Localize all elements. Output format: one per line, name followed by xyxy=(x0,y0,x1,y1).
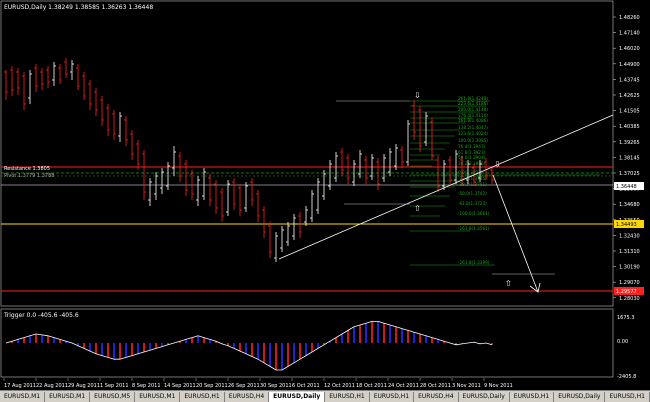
fib-level-label: -50.0(1.3742) xyxy=(458,191,487,196)
price-axis-label: 1.28030 xyxy=(619,296,640,302)
price-badge-label: 1.29577 xyxy=(616,289,637,295)
date-axis-label: 18 Oct 2011 xyxy=(356,383,387,389)
date-axis-label: 6 Oct 2011 xyxy=(292,383,320,389)
price-axis-label: 1.39265 xyxy=(619,140,640,146)
fib-level-label: 200.0(1.4148) xyxy=(458,107,488,112)
fractal-arrow-icon: ⇩ xyxy=(494,160,501,169)
price-badge-label: 1.36448 xyxy=(616,184,637,190)
price-axis-label: 1.48260 xyxy=(619,15,640,21)
price-badge-label: 1.34493 xyxy=(616,222,637,228)
price-axis: 1.48260 1.47140 1.46020 1.44900 1.43745 1.426… xyxy=(613,15,640,302)
price-axis-label: 1.40385 xyxy=(619,124,640,130)
fib-level-label: 161.8(1.4086) xyxy=(458,118,488,123)
price-axis-label: 1.43745 xyxy=(619,77,640,83)
fib-level-label: 100.0(1.3985) xyxy=(458,138,488,143)
chart-window[interactable]: EURUSD,Daily 1.38249 1.38585 1.36263 1.3… xyxy=(0,0,650,402)
price-axis-label: 1.41505 xyxy=(619,109,640,115)
price-axis-label: 1.31310 xyxy=(619,249,640,255)
indicator-axis-top: 1675.3 xyxy=(617,315,635,321)
date-axis: 17 Aug 2011 22 Aug 2011 29 Aug 2011 1 Sep 2… xyxy=(3,378,513,389)
date-axis-label: 3 Nov 2011 xyxy=(452,383,481,389)
date-axis-label: 17 Aug 2011 xyxy=(4,383,36,389)
price-axis-label: 1.47140 xyxy=(619,31,640,37)
date-axis-label: 29 Aug 2011 xyxy=(68,383,100,389)
chart-title: EURUSD,Daily 1.38249 1.38585 1.36263 1.3… xyxy=(4,4,153,11)
price-axis-label: 1.42625 xyxy=(619,93,640,99)
fractal-down-arrow-icon: ⇧ xyxy=(414,204,421,213)
price-axis-label: 1.34680 xyxy=(619,202,640,208)
fib-level-label: 76.4(1.3947) xyxy=(458,144,486,149)
main-pane-frame xyxy=(0,0,614,307)
date-axis-label: 24 Oct 2011 xyxy=(388,383,419,389)
date-axis-label: 12 Oct 2011 xyxy=(324,383,355,389)
date-axis-label: 1 Sep 2011 xyxy=(100,383,129,389)
price-axis-label: 1.32430 xyxy=(619,233,640,239)
price-axis-label: 1.29070 xyxy=(619,280,640,286)
fib-level-label: -61.8(1.3723) xyxy=(458,201,487,206)
price-axis-label: 1.30190 xyxy=(619,265,640,271)
date-axis-label: 14 Sep 2011 xyxy=(164,383,196,389)
date-axis-label: 26 Sep 2011 xyxy=(228,383,260,389)
fib-level-label: 223.6(1.4186) xyxy=(458,101,488,106)
date-axis-label: 9 Nov 2011 xyxy=(484,383,513,389)
price-axis-label: 1.38145 xyxy=(619,155,640,161)
indicator-title: Trigger 0.0 -405.6 -405.6 xyxy=(3,312,79,319)
pivot-label: Pivot 1.3779 1.3788 xyxy=(4,173,54,179)
indicator-axis-bottom: -2405.8 xyxy=(617,374,636,380)
date-axis-label: 8 Sep 2011 xyxy=(132,383,161,389)
fractal-up-arrow-icon: ⇩ xyxy=(414,91,421,100)
price-axis-label: 1.44900 xyxy=(619,62,640,68)
date-axis-label: 28 Oct 2011 xyxy=(420,383,451,389)
fib-level-label: -100.0(1.3661) xyxy=(458,211,490,216)
price-chart[interactable]: EURUSD,Daily 1.38249 1.38585 1.36263 1.3… xyxy=(0,0,650,390)
price-axis-label: 1.37025 xyxy=(619,171,640,177)
resistance-label: Resistance 1.3805 xyxy=(4,166,50,172)
chart-tab-bar: EURUSD,M1 EURUSD,M1 EURUSD,M5 EURUSD,M1 EURU… xyxy=(0,390,650,402)
fib-level-label: 138.2(1.4047) xyxy=(458,125,488,130)
indicator-pane-frame xyxy=(0,308,614,378)
fib-level-label: -261.8(1.3399) xyxy=(458,260,490,265)
date-axis-label: 22 Aug 2011 xyxy=(36,383,68,389)
fib-level-label: 123.6(1.4024) xyxy=(458,131,488,136)
price-axis-label: 1.46020 xyxy=(619,46,640,52)
indicator-axis-mid: 0.00 xyxy=(617,339,628,345)
date-axis-label: 20 Sep 2011 xyxy=(196,383,228,389)
fib-level-label: -161.8(1.3561) xyxy=(458,226,490,231)
target-arrow-icon: ⇧ xyxy=(505,279,512,288)
date-axis-label: 30 Sep 2011 xyxy=(260,383,292,389)
